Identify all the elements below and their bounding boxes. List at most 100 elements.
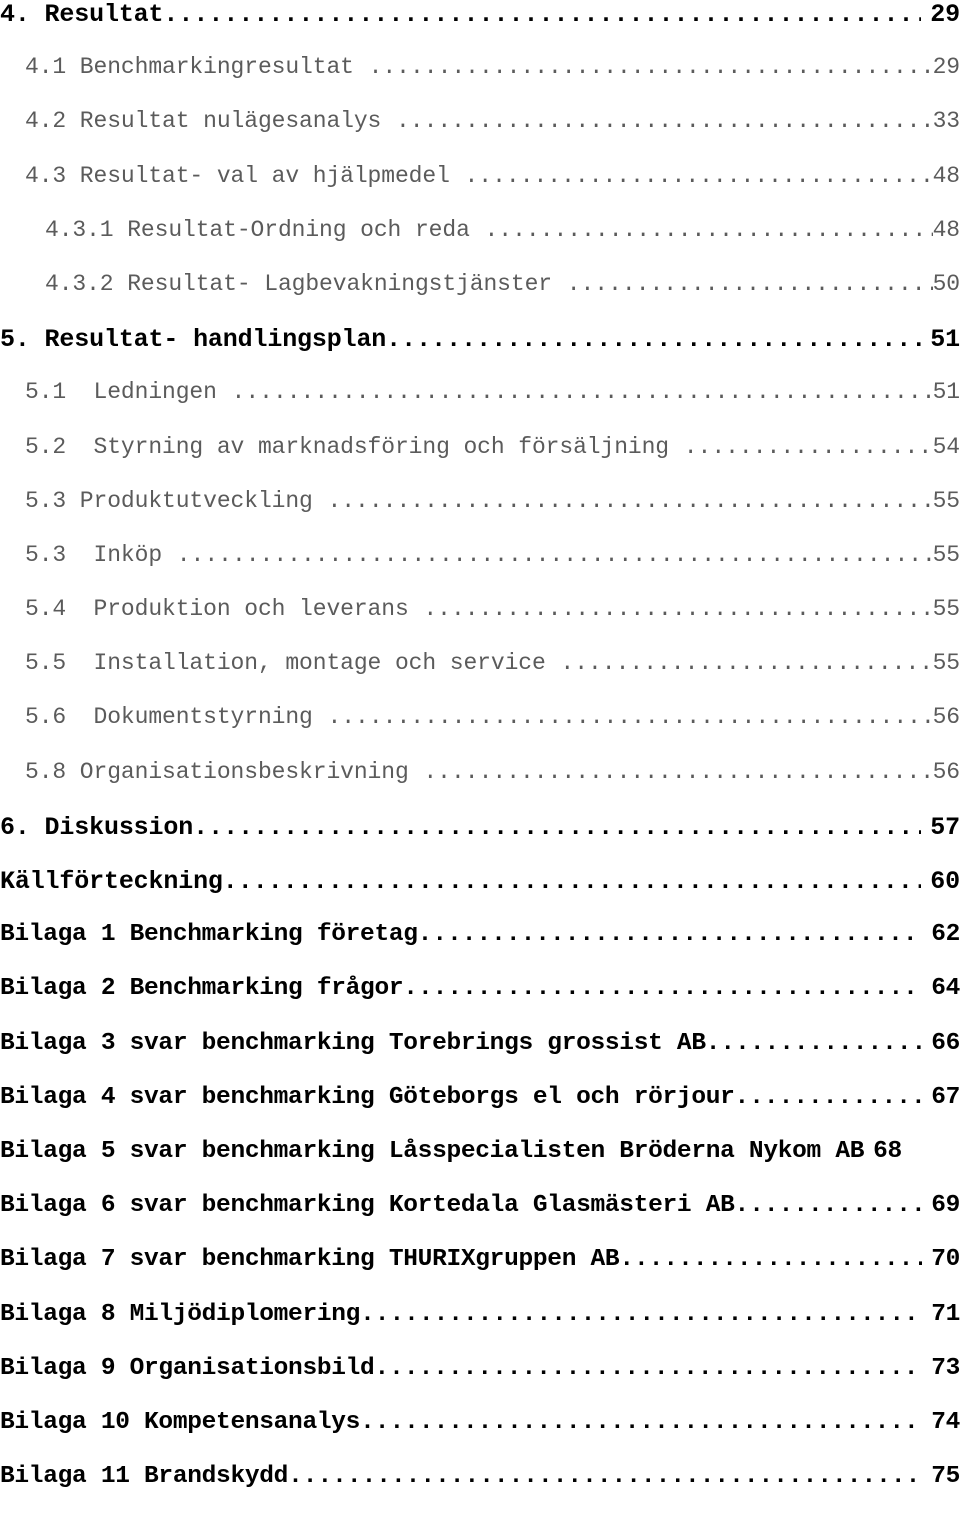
toc-entry-title: Bilaga 9 Organisationsbild xyxy=(0,1354,375,1382)
dot-leader: ........................................… xyxy=(360,1300,922,1328)
toc-entry-bilaga-10[interactable]: Bilaga 10 Kompetensanalys...............… xyxy=(0,1409,960,1463)
dot-leader: ........................................… xyxy=(360,1408,922,1436)
toc-entry-title: Bilaga 2 Benchmarking frågor xyxy=(0,975,404,1003)
toc-entry-title: 4. Resultat xyxy=(0,0,164,29)
toc-entry-sec-5-1[interactable]: 5.1 Ledningen ..........................… xyxy=(0,379,960,433)
toc-entry-ch-6[interactable]: 6. Diskussion...........................… xyxy=(0,813,960,867)
dot-leader: ........................................… xyxy=(484,216,932,243)
toc-entry-title: 4.1 Benchmarkingresultat xyxy=(25,54,368,81)
toc-entry-bilaga-7[interactable]: Bilaga 7 svar benchmarking THURIXgruppen… xyxy=(0,1246,960,1300)
toc-entry-title: 5.2 Styrning av marknadsföring och försä… xyxy=(25,433,683,460)
toc-entry-bilaga-3[interactable]: Bilaga 3 svar benchmarking Torebrings gr… xyxy=(0,1030,960,1084)
dot-leader: ........................................… xyxy=(423,758,932,785)
dot-leader: ........................................… xyxy=(368,54,933,81)
toc-entry-title: 6. Diskussion xyxy=(0,812,194,842)
toc-entry-bilaga-5[interactable]: Bilaga 5 svar benchmarking Låsspecialist… xyxy=(0,1138,960,1192)
toc-entry-title: 5.6 Dokumentstyrning xyxy=(25,704,327,731)
dot-leader: ........................................… xyxy=(231,379,933,406)
toc-entry-sec-5-3-inkop[interactable]: 5.3 Inköp ..............................… xyxy=(0,542,960,596)
toc-entry-bilaga-6[interactable]: Bilaga 6 svar benchmarking Kortedala Gla… xyxy=(0,1192,960,1246)
dot-leader: ........................................… xyxy=(619,1246,922,1274)
toc-entry-bilaga-8[interactable]: Bilaga 8 Miljödiplomering...............… xyxy=(0,1301,960,1355)
toc-entry-page-number: 60 xyxy=(930,867,960,896)
toc-entry-sec-5-5[interactable]: 5.5 Installation, montage och service ..… xyxy=(0,650,960,704)
toc-entry-page-number: 55 xyxy=(932,650,960,677)
toc-entry-bilaga-2[interactable]: Bilaga 2 Benchmarking frågor............… xyxy=(0,975,960,1029)
toc-entry-page-number: 51 xyxy=(932,379,960,406)
dot-leader: ........................................… xyxy=(423,596,932,623)
dot-leader: ........................................… xyxy=(327,704,933,731)
toc-entry-page-number: 74 xyxy=(931,1408,960,1436)
toc-entry-page-number: 51 xyxy=(930,325,960,355)
toc-entry-title: 5.1 Ledningen xyxy=(25,379,231,406)
toc-entry-page-number: 29 xyxy=(932,54,960,81)
toc-entry-page-number: 69 xyxy=(931,1192,960,1220)
toc-entry-ch-4[interactable]: 4. Resultat.............................… xyxy=(0,0,960,54)
table-of-contents: 4. Resultat.............................… xyxy=(0,0,960,1490)
toc-entry-sec-4-3-1[interactable]: 4.3.1 Resultat-Ordning och reda ........… xyxy=(0,217,960,271)
dot-leader: ........................................… xyxy=(403,975,923,1003)
dot-leader: ........................................… xyxy=(683,433,933,460)
toc-entry-sec-5-3-produktutveckling[interactable]: 5.3 Produktutveckling ..................… xyxy=(0,488,960,542)
toc-entry-sec-5-4[interactable]: 5.4 Produktion och leverans ............… xyxy=(0,596,960,650)
toc-entry-title: 5.5 Installation, montage och service xyxy=(25,650,560,677)
toc-entry-page-number: 55 xyxy=(932,487,960,514)
toc-entry-page-number: 64 xyxy=(931,975,960,1003)
toc-entry-page-number: 57 xyxy=(930,812,960,842)
toc-entry-page-number: 55 xyxy=(932,596,960,623)
toc-entry-title: Bilaga 5 svar benchmarking Låsspecialist… xyxy=(0,1137,865,1165)
dot-leader: ........................................… xyxy=(193,812,921,842)
toc-entry-title: 5. Resultat- handlingsplan xyxy=(0,325,387,355)
toc-entry-page-number: 75 xyxy=(931,1463,960,1491)
toc-entry-title: Källförteckning xyxy=(0,867,223,896)
dot-leader: ........................................… xyxy=(176,541,933,568)
toc-entry-bilaga-4[interactable]: Bilaga 4 svar benchmarking Göteborgs el … xyxy=(0,1084,960,1138)
dot-leader: ........................................… xyxy=(464,162,933,189)
toc-entry-title: Bilaga 6 svar benchmarking Kortedala Gla… xyxy=(0,1192,735,1220)
toc-entry-ch-5[interactable]: 5. Resultat- handlingsplan..............… xyxy=(0,325,960,379)
toc-entry-title: Bilaga 4 svar benchmarking Göteborgs el … xyxy=(0,1083,735,1111)
toc-entry-page-number: 29 xyxy=(930,0,960,29)
toc-entry-title: Bilaga 7 svar benchmarking THURIXgruppen… xyxy=(0,1246,620,1274)
toc-entry-bilaga-1[interactable]: Bilaga 1 Benchmarking företag...........… xyxy=(0,921,960,975)
toc-entry-title: 5.8 Organisationsbeskrivning xyxy=(25,758,423,785)
toc-entry-page-number: 66 xyxy=(931,1029,960,1057)
dot-leader: ........................................… xyxy=(288,1463,922,1491)
toc-entry-sec-4-3-2[interactable]: 4.3.2 Resultat- Lagbevakningstjänster ..… xyxy=(0,271,960,325)
toc-entry-page-number: 56 xyxy=(932,704,960,731)
toc-entry-title: 4.3.1 Resultat-Ordning och reda xyxy=(45,216,484,243)
toc-entry-page-number: 54 xyxy=(932,433,960,460)
dot-leader: ........................................… xyxy=(163,0,921,29)
toc-entry-sec-4-2[interactable]: 4.2 Resultat nulägesanalys .............… xyxy=(0,108,960,162)
toc-entry-sec-5-2[interactable]: 5.2 Styrning av marknadsföring och försä… xyxy=(0,434,960,488)
toc-entry-bilaga-11[interactable]: Bilaga 11 Brandskydd....................… xyxy=(0,1463,960,1517)
toc-entry-kallforteckning[interactable]: Källförteckning.........................… xyxy=(0,867,960,921)
toc-entry-page-number: 50 xyxy=(932,270,960,297)
toc-entry-title: Bilaga 10 Kompetensanalys xyxy=(0,1408,361,1436)
toc-entry-page-number: 48 xyxy=(932,162,960,189)
toc-entry-sec-5-6[interactable]: 5.6 Dokumentstyrning ...................… xyxy=(0,704,960,758)
toc-entry-title: 5.4 Produktion och leverans xyxy=(25,596,423,623)
toc-entry-page-number: 56 xyxy=(932,758,960,785)
dot-leader: ........................................… xyxy=(734,1192,923,1220)
toc-entry-page-number: 68 xyxy=(873,1137,902,1165)
toc-entry-page-number: 62 xyxy=(931,921,960,949)
dot-leader: ........................................… xyxy=(327,487,933,514)
toc-entry-bilaga-9[interactable]: Bilaga 9 Organisationsbild..............… xyxy=(0,1355,960,1409)
toc-entry-title: 4.3 Resultat- val av hjälpmedel xyxy=(25,162,464,189)
toc-entry-title: 4.2 Resultat nulägesanalys xyxy=(25,108,395,135)
toc-entry-title: 5.3 Produktutveckling xyxy=(25,487,327,514)
toc-entry-page-number: 33 xyxy=(932,108,960,135)
toc-entry-sec-4-3[interactable]: 4.3 Resultat- val av hjälpmedel ........… xyxy=(0,163,960,217)
dot-leader: ........................................… xyxy=(222,867,922,896)
toc-entry-sec-4-1[interactable]: 4.1 Benchmarkingresultat ...............… xyxy=(0,54,960,108)
toc-entry-sec-5-8[interactable]: 5.8 Organisationsbeskrivning ...........… xyxy=(0,759,960,813)
dot-leader: ........................................… xyxy=(374,1354,922,1382)
toc-entry-title: Bilaga 1 Benchmarking företag xyxy=(0,921,418,949)
toc-entry-title: Bilaga 11 Brandskydd xyxy=(0,1463,289,1491)
toc-entry-page-number: 71 xyxy=(931,1300,960,1328)
dot-leader: ........................................… xyxy=(560,650,933,677)
toc-entry-page-number: 55 xyxy=(932,541,960,568)
toc-entry-page-number: 73 xyxy=(931,1354,960,1382)
dot-leader: ........................................… xyxy=(386,325,922,355)
